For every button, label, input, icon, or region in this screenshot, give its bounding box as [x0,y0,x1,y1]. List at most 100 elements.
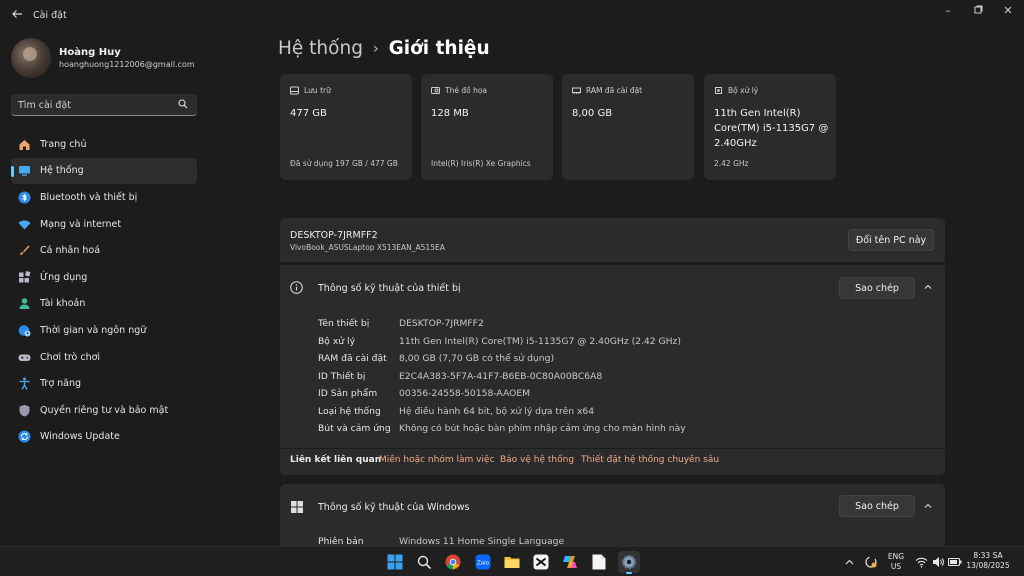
home-icon [17,137,31,151]
update-icon [17,430,31,444]
sync-icon[interactable] [864,555,878,569]
start-button[interactable] [384,551,406,573]
advanced-system-settings-link[interactable]: Thiết đặt hệ thống chuyên sâu [581,455,719,465]
breadcrumb-parent[interactable]: Hệ thống [278,38,363,59]
avatar[interactable] [11,38,51,78]
back-button[interactable] [9,8,25,24]
sidebar-item-privacy[interactable]: Quyền riêng tư và bảo mật [11,397,197,424]
copy-device-specs-button[interactable]: Sao chép [839,277,915,299]
accessibility-icon [17,377,31,391]
spec-value: Hệ điều hành 64 bit, bộ xử lý dựa trên x… [399,405,595,417]
ram-card[interactable]: RAM đã cài đặt 8,00 GB [562,74,694,180]
search-box[interactable] [11,94,197,116]
domain-workgroup-link[interactable]: Miền hoặc nhóm làm việc [379,455,494,465]
search-input[interactable] [18,98,168,112]
sidebar-item-label: Tài khoản [40,298,86,310]
sidebar-item-label: Quyền riêng tư và bảo mật [40,404,169,416]
device-specs-title: Thông số kỹ thuật của thiết bị [318,283,461,294]
related-links: Liên kết liên quan Miền hoặc nhóm làm vi… [280,449,945,475]
shield-icon [17,403,31,417]
cpu-card[interactable]: Bộ xử lý 11th Gen Intel(R) Core(TM) i5-1… [704,74,836,180]
spec-value: 00356-24558-50158-AAOEM [399,388,531,399]
windows-start-icon [387,554,403,570]
notepad-icon [592,554,606,570]
chevron-up-icon[interactable] [845,558,854,567]
gamepad-icon [17,350,31,364]
globe-clock-icon [17,323,31,337]
spec-value: Windows 11 Home Single Language [399,536,565,546]
taskbar-search-button[interactable] [413,551,435,573]
settings-icon [621,554,637,570]
card-value: 11th Gen Intel(R) Core(TM) i5-1135G7 @ 2… [714,108,829,149]
storage-card[interactable]: Lưu trữ 477 GB Đã sử dụng 197 GB / 477 G… [280,74,412,180]
sidebar-item-label: Ứng dụng [40,271,88,283]
zalo-button[interactable]: Zalo [472,551,494,573]
sidebar-item-bluetooth[interactable]: Bluetooth và thiết bị [11,184,197,211]
bluetooth-icon [17,190,31,204]
spec-key: ID Sản phẩm [318,388,378,399]
wifi-icon[interactable] [915,556,928,568]
spec-key: Tên thiết bị [318,318,370,329]
page-title: Giới thiệu [388,38,490,59]
gpu-card[interactable]: Thẻ đồ họa 128 MB Intel(R) Iris(R) Xe Gr… [421,74,553,180]
sidebar-item-system[interactable]: Hệ thống [11,157,197,185]
app-title: Cài đặt [33,10,67,21]
card-value: 128 MB [431,108,469,119]
sidebar-item-label: Mạng và internet [40,218,122,230]
spec-key: RAM đã cài đặt [318,353,387,364]
sidebar-item-time-language[interactable]: Thời gian và ngôn ngữ [11,317,197,344]
sidebar-item-accounts[interactable]: Tài khoản [11,291,197,318]
windows-specs-title: Thông số kỹ thuật của Windows [318,502,470,513]
restore-icon [974,5,982,14]
account-icon [17,297,31,311]
file-explorer-button[interactable] [501,551,523,573]
windows-specs-header[interactable]: Thông số kỹ thuật của Windows Sao chép [280,484,945,530]
clock-date: 13/08/2025 [966,561,1010,570]
sidebar-item-apps[interactable]: Ứng dụng [11,264,197,291]
zalo-icon-text: Zalo [477,561,490,567]
device-name-bar: DESKTOP-7JRMFF2 VivoBook_ASUSLaptop X513… [280,218,945,262]
back-arrow-icon [12,10,22,18]
settings-button[interactable] [618,551,640,574]
sidebar-item-network[interactable]: Mạng và internet [11,211,197,238]
sidebar-nav: Trang chủ Hệ thống Bluetooth và thiết bị… [11,131,197,450]
battery-icon[interactable] [948,556,962,568]
close-button[interactable]: ✕ [1000,4,1016,18]
sidebar-item-label: Windows Update [40,431,120,443]
sidebar-item-label: Bluetooth và thiết bị [40,191,138,203]
maximize-button[interactable] [970,4,986,18]
search-icon[interactable] [178,99,188,109]
sidebar-item-home[interactable]: Trang chủ [11,131,197,158]
clock[interactable]: 8:33 SA 13/08/2025 [964,551,1012,571]
sidebar-item-accessibility[interactable]: Trợ năng [11,370,197,397]
sidebar-item-label: Chơi trò chơi [40,351,101,363]
sidebar-item-gaming[interactable]: Chơi trò chơi [11,344,197,371]
spec-key: Loại hệ thống [318,405,381,417]
notepad-button[interactable] [588,551,610,573]
chrome-button[interactable] [442,551,464,573]
capcut-button[interactable] [530,551,552,573]
clock-time: 8:33 SA [973,551,1003,560]
apps-icon [17,270,31,284]
device-specs-body: Tên thiết bị DESKTOP-7JRMFF2 Bộ xử lý 11th… [280,311,945,448]
chevron-up-icon[interactable] [923,501,933,511]
language-indicator[interactable]: ENG US [886,552,906,572]
copy-windows-specs-button[interactable]: Sao chép [839,495,915,517]
spec-key: Bộ xử lý [318,335,356,347]
card-sub: Intel(R) Iris(R) Xe Graphics [431,159,531,168]
volume-icon[interactable] [932,556,945,568]
rename-pc-button[interactable]: Đổi tên PC này [848,229,934,251]
spec-value: E2C4A383-5F7A-41F7-B6EB-0C80A00BC6A8 [399,370,603,382]
device-specs-header[interactable]: Thông số kỹ thuật của thiết bị Sao chép [280,265,945,311]
sidebar-item-label: Hệ thống [40,165,84,177]
title-bar: Cài đặt – ✕ [0,0,1024,32]
card-sub: 2.42 GHz [714,159,749,168]
card-value: 477 GB [290,108,327,119]
minimize-button[interactable]: – [940,4,956,18]
gpu-icon [431,87,440,94]
copilot-button[interactable] [559,551,581,573]
sidebar-item-windows-update[interactable]: Windows Update [11,424,197,451]
system-protection-link[interactable]: Bảo vệ hệ thống [500,455,574,465]
sidebar-item-personalization[interactable]: Cá nhân hoá [11,237,197,264]
chevron-up-icon[interactable] [923,282,933,292]
